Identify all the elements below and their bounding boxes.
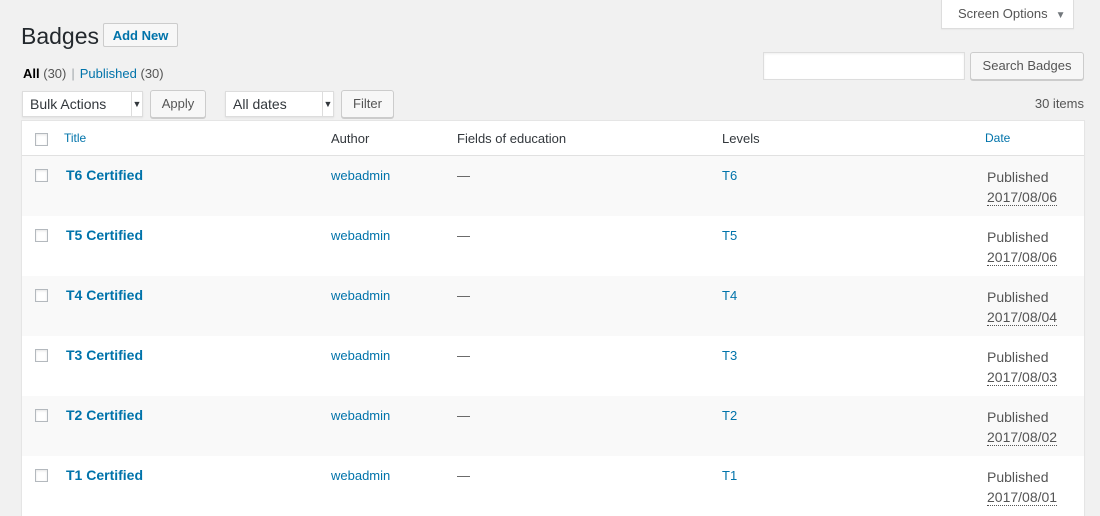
screen-options-label: Screen Options	[958, 6, 1048, 21]
author-link[interactable]: webadmin	[331, 168, 390, 183]
caret-down-icon: ▼	[1055, 10, 1066, 21]
badge-title-link[interactable]: T5 Certified	[66, 227, 143, 243]
fields-value: —	[457, 408, 470, 423]
level-link[interactable]: T4	[722, 288, 737, 303]
date-cell: Published 2017/08/06	[987, 167, 1058, 207]
view-published-count: (30)	[140, 66, 164, 81]
table-row: T2 Certified webadmin — T2 Published 2017…	[22, 396, 1084, 456]
view-published-link[interactable]: Published (30)	[80, 66, 164, 81]
items-count: 30 items	[1034, 96, 1084, 111]
badge-title-link[interactable]: T1 Certified	[66, 467, 143, 483]
date-cell: Published 2017/08/03	[987, 347, 1058, 387]
table-row: T4 Certified webadmin — T4 Published 2017…	[22, 276, 1084, 336]
badge-title-link[interactable]: T4 Certified	[66, 287, 143, 303]
date-cell: Published 2017/08/04	[987, 287, 1058, 327]
badge-title-link[interactable]: T2 Certified	[66, 407, 143, 423]
publish-status: Published	[987, 409, 1049, 425]
fields-value: —	[457, 288, 470, 303]
author-link[interactable]: webadmin	[331, 468, 390, 483]
level-link[interactable]: T5	[722, 228, 737, 243]
date-cell: Published 2017/08/06	[987, 227, 1058, 267]
row-checkbox[interactable]	[35, 409, 48, 422]
page-title: Badges	[21, 23, 100, 49]
dates-filter-select[interactable]: All dates ▼	[225, 91, 334, 117]
publish-date: 2017/08/06	[987, 189, 1058, 206]
row-checkbox[interactable]	[35, 169, 48, 182]
date-cell: Published 2017/08/01	[987, 467, 1058, 507]
row-checkbox[interactable]	[35, 289, 48, 302]
publish-status: Published	[987, 289, 1049, 305]
table-row: T3 Certified webadmin — T3 Published 2017…	[22, 336, 1084, 396]
row-checkbox[interactable]	[35, 469, 48, 482]
author-link[interactable]: webadmin	[331, 408, 390, 423]
bulk-actions-value: Bulk Actions	[30, 96, 107, 112]
search-input[interactable]	[763, 52, 965, 80]
select-all-checkbox[interactable]	[35, 133, 48, 146]
fields-value: —	[457, 468, 470, 483]
table-row: T6 Certified webadmin — T6 Published 2017…	[22, 156, 1084, 216]
author-link[interactable]: webadmin	[331, 288, 390, 303]
badges-table: Title Author Fields of education Levels …	[21, 120, 1085, 516]
level-link[interactable]: T6	[722, 168, 737, 183]
select-arrow-icon: ▼	[131, 92, 142, 116]
level-link[interactable]: T3	[722, 348, 737, 363]
view-all-link[interactable]: All (30)	[23, 66, 66, 81]
view-published-label: Published	[79, 66, 137, 81]
badge-title-link[interactable]: T6 Certified	[66, 167, 143, 183]
filter-button[interactable]: Filter	[341, 90, 394, 118]
table-row: T1 Certified webadmin — T1 Published 2017…	[22, 456, 1084, 516]
dates-filter-value: All dates	[233, 96, 287, 112]
author-link[interactable]: webadmin	[331, 228, 390, 243]
view-all-count: (30)	[43, 66, 67, 81]
publish-date: 2017/08/04	[987, 309, 1058, 326]
column-date-sort[interactable]: Date	[985, 131, 1010, 145]
publish-status: Published	[987, 229, 1049, 245]
publish-date: 2017/08/06	[987, 249, 1058, 266]
view-separator: |	[71, 66, 75, 81]
column-title-sort[interactable]: Title	[64, 131, 86, 145]
add-new-button[interactable]: Add New	[103, 23, 178, 47]
publish-status: Published	[987, 349, 1049, 365]
publish-date: 2017/08/03	[987, 369, 1058, 386]
author-link[interactable]: webadmin	[331, 348, 390, 363]
column-author: Author	[331, 131, 370, 146]
view-all-label: All	[23, 66, 40, 81]
bulk-actions-select[interactable]: Bulk Actions ▼	[22, 91, 143, 117]
column-levels: Levels	[722, 131, 760, 146]
screen-options-toggle[interactable]: Screen Options ▼	[941, 0, 1074, 29]
publish-status: Published	[987, 469, 1049, 485]
fields-value: —	[457, 228, 470, 243]
fields-value: —	[457, 168, 470, 183]
row-checkbox[interactable]	[35, 229, 48, 242]
column-fields-of-education: Fields of education	[457, 131, 567, 146]
level-link[interactable]: T2	[722, 408, 737, 423]
select-arrow-icon: ▼	[322, 92, 333, 116]
apply-button[interactable]: Apply	[150, 90, 206, 118]
publish-status: Published	[987, 169, 1049, 185]
publish-date: 2017/08/01	[987, 489, 1058, 506]
table-header: Title Author Fields of education Levels …	[22, 121, 1084, 156]
search-badges-button[interactable]: Search Badges	[970, 52, 1084, 80]
publish-date: 2017/08/02	[987, 429, 1058, 446]
badge-title-link[interactable]: T3 Certified	[66, 347, 143, 363]
level-link[interactable]: T1	[722, 468, 737, 483]
date-cell: Published 2017/08/02	[987, 407, 1058, 447]
row-checkbox[interactable]	[35, 349, 48, 362]
table-row: T5 Certified webadmin — T5 Published 2017…	[22, 216, 1084, 276]
status-views: All (30) | Published (30)	[23, 66, 164, 81]
fields-value: —	[457, 348, 470, 363]
